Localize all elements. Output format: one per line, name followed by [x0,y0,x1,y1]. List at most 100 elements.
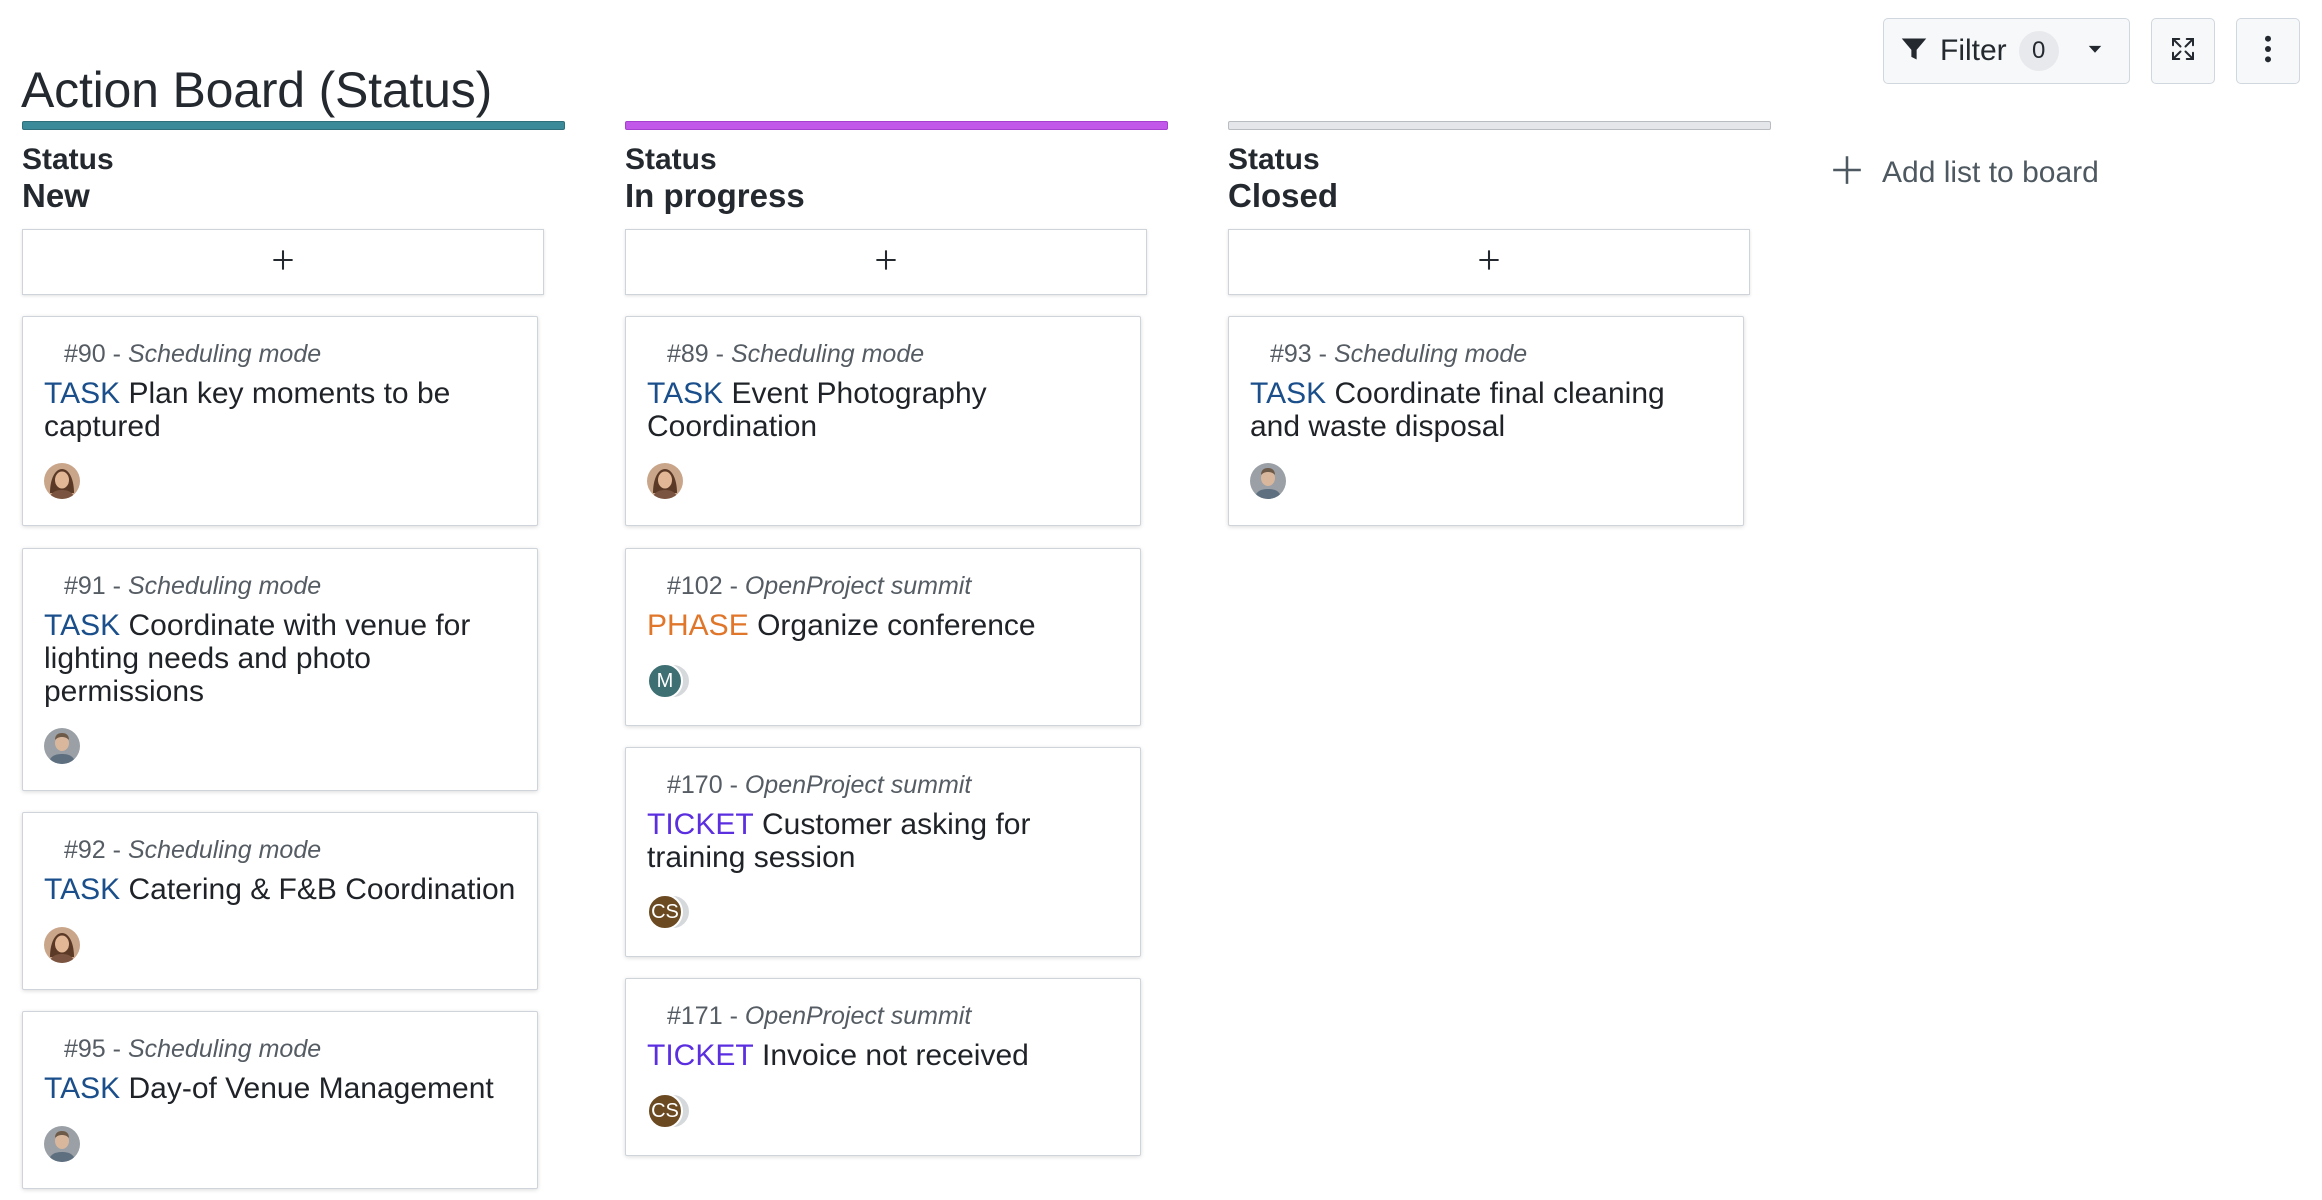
avatar[interactable] [44,1126,80,1162]
column-header[interactable]: Status Closed [1228,142,1771,214]
card-meta: #170 - OpenProject summit [647,770,1120,800]
card-title: TICKET Invoice not received [647,1039,1120,1072]
card-id[interactable]: #93 [1270,340,1312,368]
card-type: TASK [647,377,724,410]
card-assignee [44,1126,80,1166]
column-attribute-label: Status [1228,143,1320,176]
avatar[interactable]: CS [647,1093,683,1129]
card-project: Scheduling mode [127,340,322,368]
card-id[interactable]: #170 [667,771,723,799]
add-card-button[interactable] [22,229,544,295]
filter-button[interactable]: Filter 0 [1883,18,2130,84]
fullscreen-button[interactable] [2151,18,2215,84]
card-meta: #90 - Scheduling mode [44,339,517,369]
card-subject[interactable]: Catering & F&B Coordination [128,873,515,906]
card-project: OpenProject summit [744,572,972,600]
add-list-label: Add list to board [1882,155,2099,189]
avatar[interactable] [44,927,80,963]
card-assignee [647,463,683,503]
avatar[interactable] [1250,463,1286,499]
card-assignee [44,728,80,768]
card-type: TASK [1250,377,1327,410]
page-title: Action Board (Status) [21,61,493,118]
column-status-bar [22,121,565,130]
avatar[interactable] [44,463,80,499]
work-package-card[interactable]: #90 - Scheduling mode TASK Plan key mome… [22,316,538,526]
filter-icon [1900,35,1928,68]
card-id[interactable]: #102 [667,572,723,600]
card-id[interactable]: #89 [667,340,709,368]
avatar[interactable] [647,463,683,499]
card-separator: - [1311,340,1334,368]
more-actions-button[interactable] [2236,18,2300,84]
card-title: PHASE Organize conference [647,609,1120,642]
column-name: In progress [625,177,805,214]
card-project: Scheduling mode [1333,340,1528,368]
card-meta: #92 - Scheduling mode [44,835,517,865]
avatar[interactable]: M [647,663,683,699]
avatar[interactable] [44,728,80,764]
card-meta: #102 - OpenProject summit [647,571,1120,601]
work-package-card[interactable]: #95 - Scheduling mode TASK Day-of Venue … [22,1011,538,1189]
column-status-bar [625,121,1168,130]
work-package-card[interactable]: #91 - Scheduling mode TASK Coordinate wi… [22,548,538,791]
column-closed: Status Closed #93 - Scheduling mode TASK… [1228,121,1771,526]
card-title: TASK Plan key moments to be captured [44,377,517,443]
card-title: TICKET Customer asking for training sess… [647,808,1120,874]
card-title: TASK Catering & F&B Coordination [44,873,517,906]
add-card-button[interactable] [625,229,1147,295]
column-header[interactable]: Status New [22,142,565,214]
card-separator: - [708,340,731,368]
plus-icon [1478,249,1500,276]
board-toolbar: Filter 0 [1883,18,2300,84]
card-separator: - [105,836,128,864]
card-separator: - [105,1035,128,1063]
card-title: TASK Event Photography Coordination [647,377,1120,443]
work-package-card[interactable]: #89 - Scheduling mode TASK Event Photogr… [625,316,1141,526]
add-list-button[interactable]: Add list to board [1830,153,2099,192]
avatar-group[interactable]: CS [647,1093,691,1129]
avatar[interactable]: CS [647,894,683,930]
card-subject[interactable]: Day-of Venue Management [128,1072,493,1105]
column-name: Closed [1228,177,1339,214]
card-meta: #91 - Scheduling mode [44,571,517,601]
card-meta: #89 - Scheduling mode [647,339,1120,369]
avatar-group[interactable]: M [647,663,691,699]
card-id[interactable]: #92 [64,836,106,864]
column-name: New [22,177,90,214]
card-assignee [44,927,80,967]
card-id[interactable]: #95 [64,1035,106,1063]
plus-icon [1830,153,1864,192]
work-package-card[interactable]: #92 - Scheduling mode TASK Catering & F&… [22,812,538,990]
chevron-down-icon [2085,39,2105,64]
card-separator: - [105,572,128,600]
avatar-group[interactable]: CS [647,894,691,930]
card-id[interactable]: #171 [667,1002,723,1030]
card-type: TICKET [647,1039,754,1072]
card-project: Scheduling mode [127,572,322,600]
card-id[interactable]: #90 [64,340,106,368]
card-id[interactable]: #91 [64,572,106,600]
card-subject[interactable]: Invoice not received [762,1039,1029,1072]
card-type: TASK [44,377,121,410]
card-assignee: M [647,663,691,703]
work-package-card[interactable]: #170 - OpenProject summit TICKET Custome… [625,747,1141,957]
filter-count-badge: 0 [2018,31,2059,71]
card-separator: - [722,572,745,600]
card-assignee [1250,463,1286,503]
kebab-menu-icon [2263,34,2273,69]
card-type: PHASE [647,609,749,642]
card-subject[interactable]: Organize conference [757,609,1036,642]
card-project: Scheduling mode [730,340,925,368]
work-package-card[interactable]: #93 - Scheduling mode TASK Coordinate fi… [1228,316,1744,526]
work-package-card[interactable]: #102 - OpenProject summit PHASE Organize… [625,548,1141,726]
card-project: OpenProject summit [744,771,972,799]
work-package-card[interactable]: #171 - OpenProject summit TICKET Invoice… [625,978,1141,1156]
column-header[interactable]: Status In progress [625,142,1168,214]
card-title: TASK Coordinate final cleaning and waste… [1250,377,1723,443]
card-type: TASK [44,873,121,906]
add-card-button[interactable] [1228,229,1750,295]
card-separator: - [722,1002,745,1030]
card-separator: - [105,340,128,368]
card-type: TASK [44,609,121,642]
